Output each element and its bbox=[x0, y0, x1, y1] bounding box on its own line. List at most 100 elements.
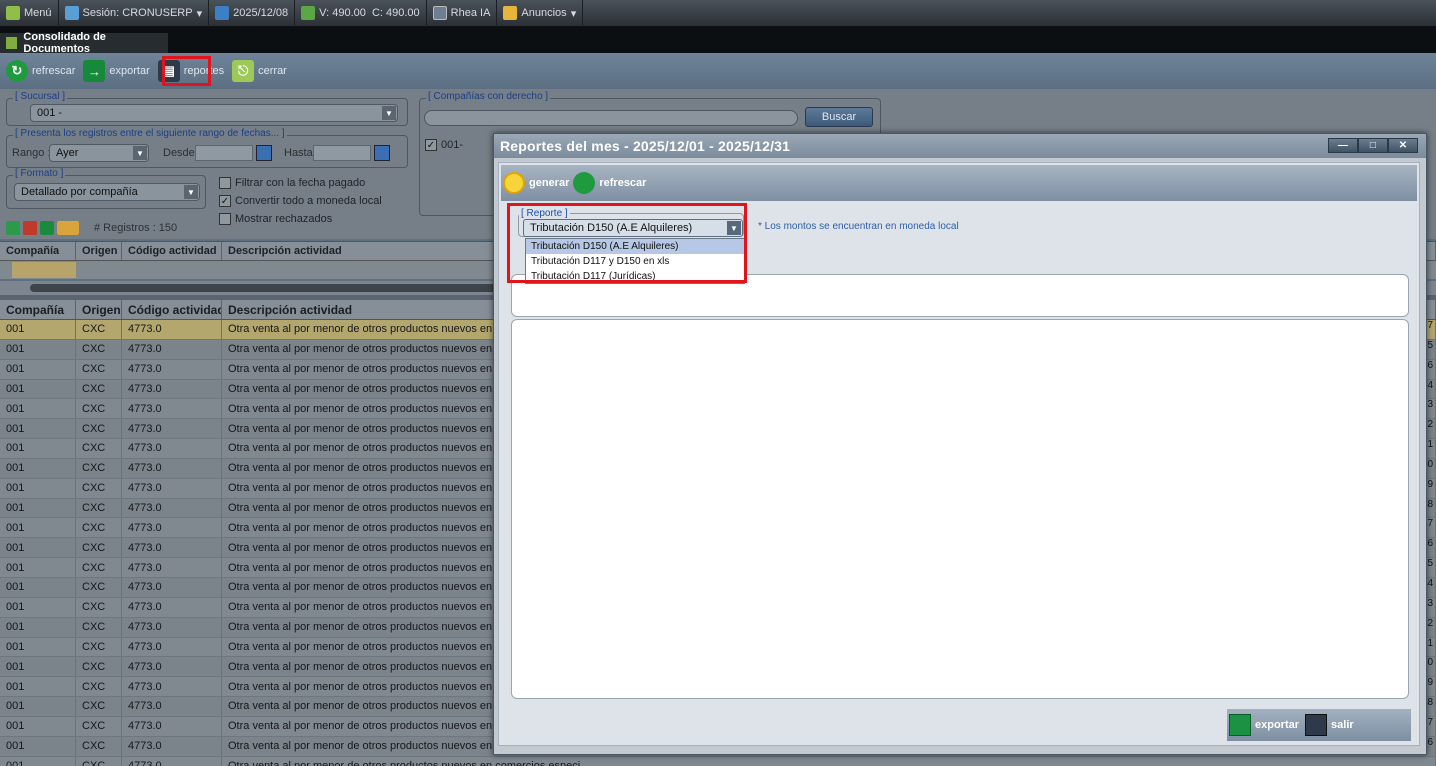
col-compania[interactable]: Compañía bbox=[0, 300, 76, 319]
cell-codigo[interactable]: 4773.0 bbox=[122, 419, 222, 439]
cell-origen[interactable]: CXC bbox=[76, 697, 122, 716]
cell-origen[interactable]: CXC bbox=[76, 320, 122, 339]
cell-codigo[interactable]: 4773.0 bbox=[122, 597, 222, 617]
cell-compania[interactable]: 001 bbox=[0, 458, 76, 478]
col-codigo[interactable]: Código actividad bbox=[122, 300, 222, 319]
minimize-icon[interactable]: — bbox=[1328, 138, 1358, 153]
cell-compania[interactable]: 001 bbox=[0, 538, 76, 558]
cell-compania[interactable]: 001 bbox=[0, 558, 76, 577]
buscar-button[interactable]: Buscar bbox=[805, 107, 873, 127]
cell-codigo[interactable]: 4773.0 bbox=[122, 399, 222, 419]
cell-origen[interactable]: CXC bbox=[76, 339, 122, 359]
cell-codigo[interactable]: 4773.0 bbox=[122, 320, 222, 339]
cell-compania[interactable]: 001 bbox=[0, 359, 76, 379]
cell-codigo[interactable]: 4773.0 bbox=[122, 756, 222, 766]
companias-search-input[interactable] bbox=[424, 110, 798, 126]
cell-codigo[interactable]: 4773.0 bbox=[122, 617, 222, 637]
cell-compania[interactable]: 001 bbox=[0, 419, 76, 439]
cell-compania[interactable]: 001 bbox=[0, 716, 76, 736]
cell-origen[interactable]: CXC bbox=[76, 518, 122, 538]
cell-origen[interactable]: CXC bbox=[76, 419, 122, 439]
cell-codigo[interactable]: 4773.0 bbox=[122, 538, 222, 558]
cell-codigo[interactable]: 4773.0 bbox=[122, 518, 222, 538]
exchange-rate[interactable]: V: 490.00 C: 490.00 bbox=[295, 0, 427, 27]
cell-codigo[interactable]: 4773.0 bbox=[122, 379, 222, 399]
calendar-icon[interactable] bbox=[256, 145, 272, 161]
cell-codigo[interactable]: 4773.0 bbox=[122, 498, 222, 518]
formato-select[interactable]: Detallado por compañía ▼ bbox=[14, 183, 200, 201]
desde-input[interactable] bbox=[195, 145, 253, 161]
cell-origen[interactable]: CXC bbox=[76, 577, 122, 597]
export-button[interactable]: → exportar bbox=[81, 56, 151, 86]
date-indicator[interactable]: 2025/12/08 bbox=[209, 0, 296, 27]
cell-compania[interactable]: 001 bbox=[0, 478, 76, 498]
download-icon[interactable] bbox=[6, 221, 20, 235]
cell-origen[interactable]: CXC bbox=[76, 399, 122, 419]
cell-codigo[interactable]: 4773.0 bbox=[122, 478, 222, 498]
cell-compania[interactable]: 001 bbox=[0, 617, 76, 637]
cell-codigo[interactable]: 4773.0 bbox=[122, 558, 222, 577]
dialog-refresh-button[interactable]: refrescar bbox=[573, 172, 646, 194]
generate-button[interactable]: generar bbox=[503, 172, 569, 194]
cell-origen[interactable]: CXC bbox=[76, 478, 122, 498]
cell-codigo[interactable]: 4773.0 bbox=[122, 439, 222, 458]
dialog-title-bar[interactable]: Reportes del mes - 2025/12/01 - 2025/12/… bbox=[494, 134, 1426, 158]
export-icon[interactable] bbox=[40, 221, 54, 235]
menu-button[interactable]: Menú bbox=[0, 0, 59, 27]
cell-origen[interactable]: CXC bbox=[76, 597, 122, 617]
cell-codigo[interactable]: 4773.0 bbox=[122, 339, 222, 359]
table-row[interactable]: 001 CXC 4773.0 Otra venta al por menor de o… bbox=[0, 756, 1436, 766]
refresh-button[interactable]: ↻ refrescar bbox=[4, 56, 77, 86]
filter-pagado-checkbox[interactable]: Filtrar con la fecha pagado bbox=[219, 177, 365, 189]
power-icon[interactable] bbox=[23, 221, 37, 235]
col-origen[interactable]: Origen bbox=[76, 300, 122, 319]
cell-compania[interactable]: 001 bbox=[0, 637, 76, 657]
cell-codigo[interactable]: 4773.0 bbox=[122, 577, 222, 597]
cell-codigo[interactable]: 4773.0 bbox=[122, 736, 222, 756]
cell-origen[interactable]: CXC bbox=[76, 637, 122, 657]
maximize-icon[interactable]: □ bbox=[1358, 138, 1388, 153]
cell-codigo[interactable]: 4773.0 bbox=[122, 677, 222, 697]
cell-codigo[interactable]: 4773.0 bbox=[122, 458, 222, 478]
cell-compania[interactable]: 001 bbox=[0, 518, 76, 538]
cell-origen[interactable]: CXC bbox=[76, 359, 122, 379]
col-codigo[interactable]: Código actividad bbox=[122, 242, 222, 260]
cell-origen[interactable]: CXC bbox=[76, 538, 122, 558]
cell-origen[interactable]: CXC bbox=[76, 716, 122, 736]
col-compania[interactable]: Compañía bbox=[0, 242, 76, 260]
ai-button[interactable]: Rhea IA bbox=[427, 0, 498, 27]
convert-currency-checkbox[interactable]: ✓ Convertir todo a moneda local bbox=[219, 195, 382, 207]
cell-compania[interactable]: 001 bbox=[0, 597, 76, 617]
cell-compania[interactable]: 001 bbox=[0, 339, 76, 359]
cell-compania[interactable]: 001 bbox=[0, 697, 76, 716]
dialog-export-button[interactable]: exportar bbox=[1229, 714, 1299, 736]
calendar-icon[interactable] bbox=[374, 145, 390, 161]
announcements-button[interactable]: Anuncios ▾ bbox=[497, 0, 584, 27]
cell-descripcion[interactable]: Otra venta al por menor de otros product… bbox=[222, 756, 1436, 766]
cell-origen[interactable]: CXC bbox=[76, 439, 122, 458]
cell-origen[interactable]: CXC bbox=[76, 458, 122, 478]
cell-origen[interactable]: CXC bbox=[76, 558, 122, 577]
cell-compania[interactable]: 001 bbox=[0, 577, 76, 597]
cell-compania[interactable]: 001 bbox=[0, 756, 76, 766]
cell-compania[interactable]: 001 bbox=[0, 657, 76, 677]
cell-codigo[interactable]: 4773.0 bbox=[122, 657, 222, 677]
cell-origen[interactable]: CXC bbox=[76, 379, 122, 399]
cell-compania[interactable]: 001 bbox=[0, 320, 76, 339]
cell-origen[interactable]: CXC bbox=[76, 617, 122, 637]
cell-origen[interactable]: CXC bbox=[76, 657, 122, 677]
col-origen[interactable]: Origen bbox=[76, 242, 122, 260]
cell-compania[interactable]: 001 bbox=[0, 677, 76, 697]
cell-codigo[interactable]: 4773.0 bbox=[122, 637, 222, 657]
hasta-input[interactable] bbox=[313, 145, 371, 161]
close-button[interactable]: ⎋ cerrar bbox=[230, 56, 289, 86]
session-button[interactable]: Sesión: CRONUSERP ▾ bbox=[59, 0, 210, 27]
cell-compania[interactable]: 001 bbox=[0, 439, 76, 458]
cell-compania[interactable]: 001 bbox=[0, 399, 76, 419]
cell-codigo[interactable]: 4773.0 bbox=[122, 697, 222, 716]
close-icon[interactable]: ✕ bbox=[1388, 138, 1418, 153]
cell-origen[interactable]: CXC bbox=[76, 736, 122, 756]
cell-codigo[interactable]: 4773.0 bbox=[122, 359, 222, 379]
cell-compania[interactable]: 001 bbox=[0, 736, 76, 756]
settings-icon[interactable] bbox=[57, 221, 79, 235]
